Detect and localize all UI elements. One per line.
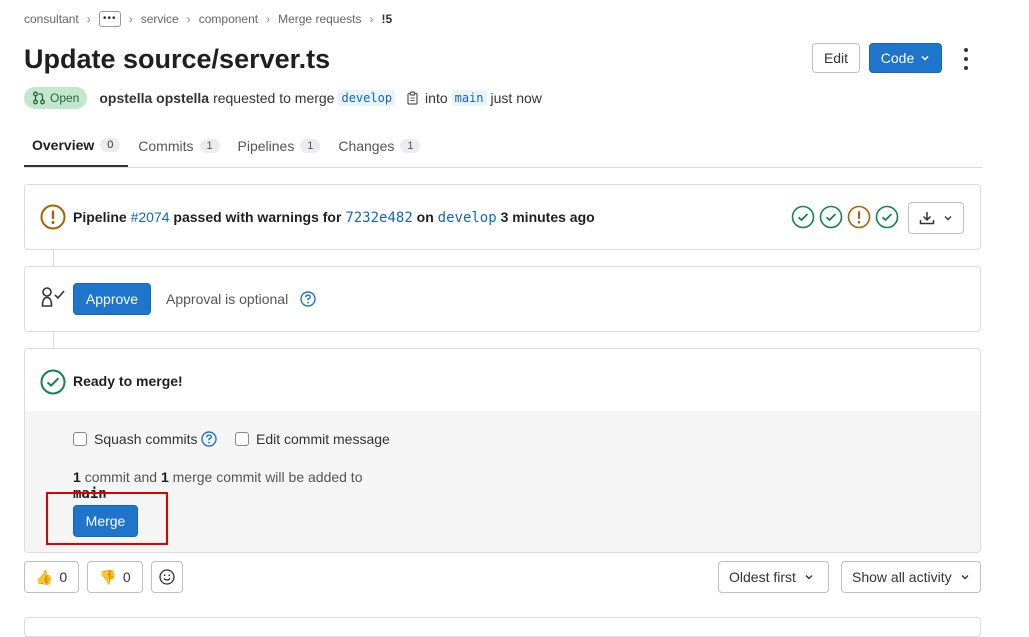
thumbs-up-button[interactable]: 👍 0 [24,561,79,593]
commit-count: 1 [73,469,81,485]
download-artifacts-button[interactable] [908,202,964,234]
mr-tabs: Overview 0 Commits 1 Pipelines 1 Changes… [24,124,982,168]
add-reaction-button[interactable] [151,561,183,593]
code-button-label: Code [880,50,915,66]
edit-commit-message-checkbox[interactable]: Edit commit message [235,431,390,447]
sort-order-dropdown[interactable]: Oldest first [718,561,829,593]
edit-button[interactable]: Edit [812,43,860,73]
activity-card [24,617,981,637]
summary-text: merge commit will be added to [172,469,363,485]
pipeline-widget: Pipeline #2074 passed with warnings for … [24,184,981,250]
chevron-down-icon [944,216,952,221]
pipeline-branch-link[interactable]: develop [438,210,497,226]
summary-text: commit and [84,469,158,485]
breadcrumb-item-merge-requests[interactable]: Merge requests [278,12,361,26]
tab-label: Commits [138,137,194,154]
merge-commit-count: 1 [160,469,169,485]
thumbs-down-icon: 👎 [99,568,117,585]
breadcrumb-more-button[interactable]: ••• [98,11,121,27]
more-actions-icon[interactable] [956,48,976,70]
status-badge: Open [24,87,88,109]
into-text: into [425,90,448,106]
tab-changes[interactable]: Changes 1 [330,124,428,167]
edit-commit-message-label: Edit commit message [256,431,390,447]
code-dropdown-button[interactable]: Code [869,43,942,73]
tab-pipelines[interactable]: Pipelines 1 [230,124,329,167]
pipeline-id-link[interactable]: #2074 [131,209,170,225]
tab-count: 0 [100,137,121,152]
help-icon[interactable] [300,291,316,307]
author-link[interactable]: opstella opstella [99,90,209,106]
chevron-down-icon [921,55,929,61]
chevron-down-icon [805,575,813,580]
tab-overview[interactable]: Overview 0 [24,124,129,167]
thumbs-down-count: 0 [122,569,131,585]
merge-widget-header: Ready to merge! [25,349,980,412]
squash-commits-checkbox[interactable]: Squash commits [73,431,218,447]
stage-warning-icon[interactable] [847,205,871,229]
target-branch[interactable]: main [451,90,487,106]
breadcrumb: consultant › ••• › service › component ›… [24,11,392,27]
approval-widget: Approve Approval is optional [24,266,981,332]
tab-label: Changes [338,137,395,154]
pipeline-stages [791,205,899,229]
pipeline-message: Pipeline #2074 passed with warnings for … [73,209,595,226]
stage-success-icon[interactable] [875,205,899,229]
chevron-right-icon: › [369,12,374,26]
thumbs-up-count: 0 [59,569,68,585]
timeline-connector [53,250,54,266]
mr-meta: Open opstella opstella requested to merg… [24,87,542,109]
merge-button-highlight [46,492,168,545]
pipeline-time: 3 minutes ago [500,209,595,225]
breadcrumb-item-group[interactable]: consultant [24,12,79,26]
chevron-right-icon: › [128,12,133,26]
tab-count: 1 [300,138,321,153]
breadcrumb-item-current[interactable]: !5 [381,12,392,26]
requested-text: requested to merge [213,90,335,106]
approve-button[interactable]: Approve [73,283,151,315]
source-branch[interactable]: develop [338,90,396,106]
pipeline-status-text: passed with warnings for [173,209,342,225]
breadcrumb-item-project[interactable]: service [141,12,179,26]
checkbox-box[interactable] [73,432,87,446]
approval-icon [41,287,65,307]
activity-filter-label: Show all activity [852,569,952,585]
status-badge-label: Open [50,91,80,105]
tab-count: 1 [199,138,220,153]
success-status-icon [40,369,66,395]
tab-commits[interactable]: Commits 1 [130,124,227,167]
help-icon[interactable] [201,431,218,447]
smiley-icon [159,569,175,585]
chevron-right-icon: › [266,12,271,26]
download-icon [919,212,935,225]
approval-optional-text: Approval is optional [166,291,289,307]
copy-icon[interactable] [407,91,419,105]
pipeline-on-text: on [416,209,434,225]
merge-options: Squash commits Edit commit message 1 com… [25,411,980,552]
warning-status-icon [40,204,66,230]
thumbs-up-icon: 👍 [35,568,54,585]
pipeline-prefix: Pipeline [73,209,127,225]
tab-label: Overview [32,136,95,153]
chevron-right-icon: › [186,12,191,26]
chevron-right-icon: › [86,12,91,26]
stage-success-icon[interactable] [819,205,843,229]
breadcrumb-item-repo[interactable]: component [199,12,258,26]
checkbox-box[interactable] [235,432,249,446]
timeline-connector [53,332,54,348]
merge-request-icon [33,91,45,105]
tab-label: Pipelines [237,137,295,154]
sort-order-label: Oldest first [729,569,796,585]
timestamp: just now [490,90,542,106]
page-title: Update source/server.ts [24,44,331,74]
tab-count: 1 [400,138,421,153]
thumbs-down-button[interactable]: 👎 0 [87,561,143,593]
ready-to-merge-text: Ready to merge! [73,373,183,389]
activity-filter-dropdown[interactable]: Show all activity [841,561,981,593]
stage-success-icon[interactable] [791,205,815,229]
commit-sha-link[interactable]: 7232e482 [345,210,412,226]
squash-commits-label: Squash commits [94,431,198,447]
chevron-down-icon [961,575,969,580]
